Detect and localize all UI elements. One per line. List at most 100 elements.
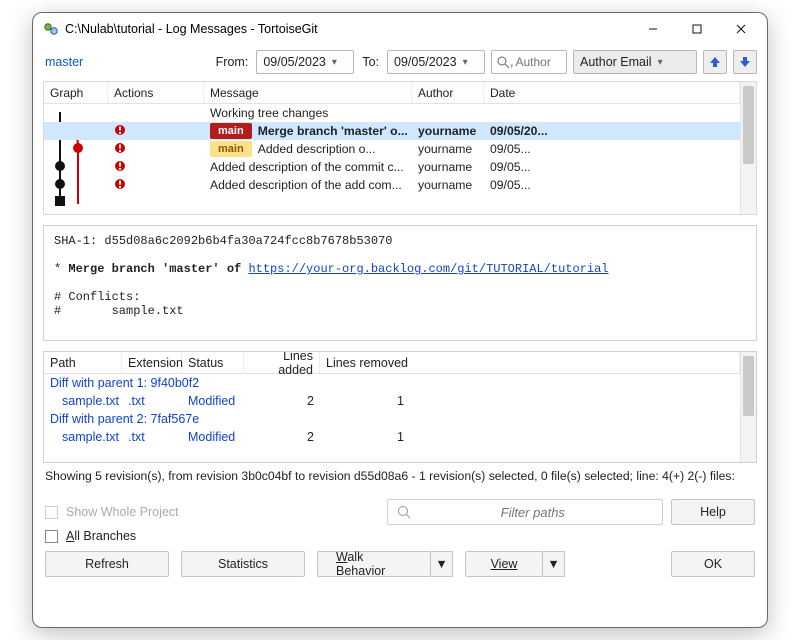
minimize-button[interactable] bbox=[631, 15, 675, 43]
commits-scrollbar[interactable] bbox=[740, 82, 756, 214]
ref-chip: main bbox=[210, 141, 252, 157]
filter-paths-box[interactable] bbox=[387, 499, 663, 525]
sha-value: d55d08a6c2092b6b4fa30a724fcc8b7678b53070 bbox=[104, 234, 392, 248]
commit-message: Merge branch 'master' of bbox=[68, 262, 248, 276]
action-icon bbox=[114, 160, 126, 172]
help-button[interactable]: Help bbox=[671, 499, 755, 525]
move-up-button[interactable] bbox=[703, 50, 727, 74]
title-bar: C:\Nulab\tutorial - Log Messages - Torto… bbox=[33, 13, 767, 45]
walk-behavior-caret[interactable]: ▼ bbox=[431, 551, 453, 577]
all-branches-label[interactable]: All Branches bbox=[66, 529, 136, 543]
all-branches-checkbox[interactable] bbox=[45, 530, 58, 543]
commits-header: Graph Actions Message Author Date bbox=[44, 82, 740, 104]
search-box[interactable]: , bbox=[491, 50, 567, 74]
author-email-dropdown[interactable]: Author Email ▾ bbox=[573, 50, 697, 74]
window-title: C:\Nulab\tutorial - Log Messages - Torto… bbox=[65, 22, 318, 36]
col-date[interactable]: Date bbox=[484, 82, 740, 103]
chevron-down-icon: ▾ bbox=[463, 57, 468, 68]
action-icon bbox=[114, 124, 126, 136]
fcol-ext[interactable]: Extension bbox=[122, 352, 182, 373]
commit-message-text: Merge branch 'master' o... bbox=[258, 124, 408, 138]
files-header: Path Extension Status Lines added Lines … bbox=[44, 352, 740, 374]
to-date-picker[interactable]: 09/05/2023 ▾ bbox=[387, 50, 485, 74]
action-icon bbox=[114, 178, 126, 190]
statistics-button[interactable]: Statistics bbox=[181, 551, 305, 577]
walk-behavior-button[interactable]: Walk Behavior ▼ bbox=[317, 551, 453, 577]
file-ext: .txt bbox=[122, 430, 182, 444]
from-label: From: bbox=[214, 55, 251, 69]
chevron-down-icon: ▾ bbox=[332, 57, 337, 68]
file-row[interactable]: sample.txt.txtModified21 bbox=[44, 392, 740, 410]
conflicts-header: # Conflicts: bbox=[54, 290, 140, 304]
col-message[interactable]: Message bbox=[204, 82, 412, 103]
fcol-path[interactable]: Path bbox=[44, 352, 122, 373]
sha-label: SHA-1: bbox=[54, 234, 97, 248]
col-author[interactable]: Author bbox=[412, 82, 484, 103]
search-input[interactable] bbox=[513, 54, 561, 70]
filter-paths-input[interactable] bbox=[412, 504, 654, 521]
view-caret[interactable]: ▼ bbox=[543, 551, 565, 577]
commit-row[interactable]: Added description of the commit c... your… bbox=[44, 158, 740, 176]
file-name: sample.txt bbox=[44, 394, 122, 408]
file-row[interactable]: sample.txt.txtModified21 bbox=[44, 428, 740, 446]
diff-group-header: Diff with parent 2: 7faf567e bbox=[44, 412, 205, 426]
move-down-button[interactable] bbox=[733, 50, 757, 74]
commit-row[interactable]: main Merge branch 'master' o... yourname09… bbox=[44, 122, 740, 140]
view-button[interactable]: View ▼ bbox=[465, 551, 565, 577]
fcol-added[interactable]: Lines added bbox=[244, 352, 320, 373]
bottom-actions: Refresh Statistics Walk Behavior ▼ View … bbox=[33, 543, 767, 589]
file-ext: .txt bbox=[122, 394, 182, 408]
commit-details: SHA-1: d55d08a6c2092b6b4fa30a724fcc8b767… bbox=[43, 225, 757, 341]
arrow-up-icon bbox=[708, 55, 722, 69]
commit-date: 09/05... bbox=[484, 160, 740, 174]
col-actions[interactable]: Actions bbox=[108, 82, 204, 103]
commit-date: 09/05... bbox=[484, 178, 740, 192]
close-button[interactable] bbox=[719, 15, 763, 43]
commit-row[interactable]: Added description of the add com...yourn… bbox=[44, 176, 740, 194]
commit-author: yourname bbox=[412, 142, 484, 156]
from-date-value: 09/05/2023 bbox=[263, 55, 326, 69]
files-panel: Path Extension Status Lines added Lines … bbox=[43, 351, 757, 463]
bottom-row-options: Show Whole Project Help bbox=[33, 497, 767, 525]
lines-added: 2 bbox=[244, 394, 320, 408]
author-email-label: Author Email bbox=[580, 55, 652, 69]
app-icon bbox=[43, 21, 59, 37]
to-label: To: bbox=[360, 55, 381, 69]
refresh-button[interactable]: Refresh bbox=[45, 551, 169, 577]
show-whole-project-label: Show Whole Project bbox=[66, 505, 179, 519]
arrow-down-icon bbox=[738, 55, 752, 69]
ref-chip: main bbox=[210, 123, 252, 139]
commit-author: yourname bbox=[412, 160, 484, 174]
lines-removed: 1 bbox=[320, 394, 410, 408]
commit-message-text: Added description o... bbox=[258, 142, 376, 156]
fcol-status[interactable]: Status bbox=[182, 352, 244, 373]
current-branch[interactable]: master bbox=[45, 55, 83, 69]
chevron-down-icon: ▾ bbox=[658, 57, 663, 68]
from-date-picker[interactable]: 09/05/2023 ▾ bbox=[256, 50, 354, 74]
commits-panel: Graph Actions Message Author Date Workin… bbox=[43, 81, 757, 215]
remote-url-link[interactable]: https://your-org.backlog.com/git/TUTORIA… bbox=[248, 262, 608, 276]
files-scrollbar[interactable] bbox=[740, 352, 756, 462]
log-window: C:\Nulab\tutorial - Log Messages - Torto… bbox=[32, 12, 768, 628]
search-icon bbox=[396, 504, 412, 520]
lines-added: 2 bbox=[244, 430, 320, 444]
commit-message-text: Working tree changes bbox=[210, 106, 328, 120]
commit-row[interactable]: Working tree changes bbox=[44, 104, 740, 122]
search-icon bbox=[496, 55, 510, 69]
col-graph[interactable]: Graph bbox=[44, 82, 108, 103]
maximize-button[interactable] bbox=[675, 15, 719, 43]
commit-message-text: Added description of the commit c... bbox=[210, 160, 404, 174]
commit-date: 09/05... bbox=[484, 142, 740, 156]
commit-row[interactable]: main Added description o... yourname09/05.… bbox=[44, 140, 740, 158]
ok-button[interactable]: OK bbox=[671, 551, 755, 577]
file-status: Modified bbox=[182, 394, 244, 408]
bottom-row-branches: All Branches bbox=[33, 525, 767, 543]
commit-date: 09/05/20... bbox=[484, 124, 740, 138]
commit-author: yourname bbox=[412, 124, 484, 138]
action-icon bbox=[114, 142, 126, 154]
fcol-removed[interactable]: Lines removed bbox=[320, 352, 740, 373]
status-text: Showing 5 revision(s), from revision 3b0… bbox=[33, 463, 767, 497]
diff-group-header: Diff with parent 1: 9f40b0f2 bbox=[44, 376, 205, 390]
commit-message-text: Added description of the add com... bbox=[210, 178, 402, 192]
show-whole-project-checkbox bbox=[45, 506, 58, 519]
